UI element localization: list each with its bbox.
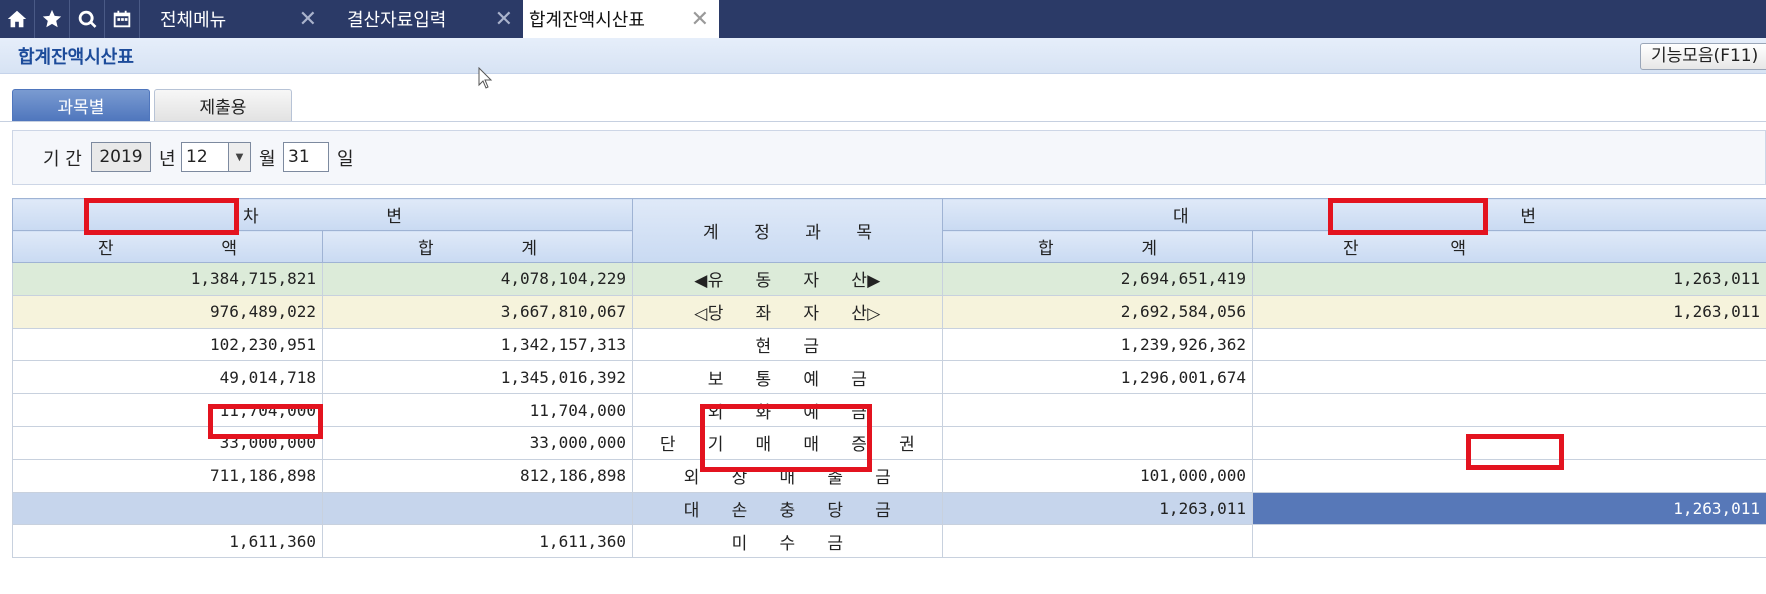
page-title: 합계잔액시산표 — [18, 47, 134, 68]
account-name-cell[interactable]: 미 수 금 — [632, 524, 943, 559]
debit-total-cell[interactable]: 1,345,016,392 — [322, 360, 633, 395]
account-name-cell[interactable]: ◁당 좌 자 산▷ — [632, 294, 943, 329]
tab-all-menu[interactable]: 전체메뉴 ✕ — [140, 0, 327, 38]
top-navigation-bar: 전체메뉴 ✕ 결산자료입력 ✕ 합계잔액시산표 ✕ — [0, 0, 1766, 38]
day-field[interactable]: 31 — [283, 142, 329, 172]
credit-balance-cell[interactable] — [1252, 524, 1766, 559]
tab-closing-data-entry[interactable]: 결산자료입력 ✕ — [327, 0, 523, 38]
table-row[interactable]: 102,230,951 1,342,157,313 현 금 1,239,926,362 — [12, 327, 1766, 362]
account-name-cell[interactable]: 단 기 매 매 증 권 — [632, 425, 943, 460]
month-unit-label: 월 — [259, 149, 276, 170]
credit-total-cell[interactable] — [942, 524, 1253, 559]
month-select[interactable]: 12 ▼ — [181, 142, 251, 172]
mouse-cursor-icon — [478, 67, 493, 89]
trial-balance-grid: 차변 계정과목 대변 잔액 합계 합계 잔액 1,384,715,821 4,07… — [12, 198, 1766, 559]
credit-total-header: 합계 — [942, 230, 1253, 263]
account-name-cell[interactable]: ◀유 동 자 산▶ — [632, 262, 943, 296]
close-icon[interactable]: ✕ — [495, 7, 513, 32]
credit-total-cell[interactable]: 2,694,651,419 — [942, 262, 1253, 296]
debit-balance-cell[interactable] — [12, 491, 323, 526]
table-row[interactable]: 1,611,360 1,611,360 미 수 금 — [12, 524, 1766, 559]
debit-balance-cell[interactable]: 33,000,000 — [12, 425, 323, 460]
account-name-cell[interactable]: 현 금 — [632, 327, 943, 362]
period-label: 기 간 — [43, 149, 82, 170]
account-name-cell[interactable]: 대 손 충 당 금 — [632, 491, 943, 526]
debit-total-cell[interactable]: 1,611,360 — [322, 524, 633, 559]
table-row[interactable]: 976,489,022 3,667,810,067 ◁당 좌 자 산▷ 2,692,5… — [12, 294, 1766, 329]
debit-total-cell[interactable]: 4,078,104,229 — [322, 262, 633, 296]
credit-total-cell[interactable] — [942, 425, 1253, 460]
credit-total-cell[interactable]: 1,263,011 — [942, 491, 1253, 526]
calendar-icon[interactable] — [105, 0, 140, 38]
credit-total-cell[interactable]: 1,296,001,674 — [942, 360, 1253, 395]
close-icon[interactable]: ✕ — [691, 7, 709, 32]
debit-balance-cell[interactable]: 976,489,022 — [12, 294, 323, 329]
table-row[interactable]: 49,014,718 1,345,016,392 보 통 예 금 1,296,001,… — [12, 360, 1766, 395]
debit-balance-header: 잔액 — [12, 230, 323, 263]
credit-total-cell[interactable]: 2,692,584,056 — [942, 294, 1253, 329]
debit-total-cell[interactable] — [322, 491, 633, 526]
month-value: 12 — [186, 147, 208, 167]
credit-balance-cell[interactable]: 1,263,011 — [1252, 491, 1766, 526]
year-unit-label: 년 — [159, 149, 176, 170]
table-row[interactable]: 711,186,898 812,186,898 외 상 매 출 금 101,000,0… — [12, 458, 1766, 493]
debit-total-header: 합계 — [322, 230, 633, 263]
debit-balance-cell[interactable]: 49,014,718 — [12, 360, 323, 395]
debit-total-cell[interactable]: 11,704,000 — [322, 393, 633, 427]
credit-balance-cell[interactable] — [1252, 425, 1766, 460]
debit-total-cell[interactable]: 812,186,898 — [322, 458, 633, 493]
star-icon[interactable] — [35, 0, 70, 38]
debit-balance-cell[interactable]: 11,704,000 — [12, 393, 323, 427]
account-header: 계정과목 — [632, 198, 943, 263]
function-menu-button[interactable]: 기능모음(F11) — [1640, 43, 1766, 70]
account-name-cell[interactable]: 외 화 예 금 — [632, 393, 943, 427]
table-row[interactable]: 11,704,000 11,704,000 외 화 예 금 — [12, 393, 1766, 427]
year-field[interactable]: 2019 — [91, 142, 151, 172]
credit-total-cell[interactable]: 1,239,926,362 — [942, 327, 1253, 362]
account-name-cell[interactable]: 보 통 예 금 — [632, 360, 943, 395]
period-filter-panel: 기 간 2019 년 12 ▼ 월 31 일 — [12, 130, 1766, 185]
debit-balance-cell[interactable]: 1,384,715,821 — [12, 262, 323, 296]
view-tabs: 과목별 제출용 — [12, 89, 296, 121]
debit-total-cell[interactable]: 33,000,000 — [322, 425, 633, 460]
debit-header: 차변 — [12, 198, 633, 231]
tab-by-account[interactable]: 과목별 — [12, 89, 150, 121]
account-name-cell[interactable]: 외 상 매 출 금 — [632, 458, 943, 493]
credit-balance-cell[interactable]: 1,263,011 — [1252, 262, 1766, 296]
credit-balance-cell[interactable] — [1252, 360, 1766, 395]
title-bar: 합계잔액시산표 기능모음(F11) — [0, 38, 1766, 74]
credit-total-cell[interactable]: 101,000,000 — [942, 458, 1253, 493]
table-row[interactable]: 대 손 충 당 금 1,263,011 1,263,011 — [12, 491, 1766, 526]
close-icon[interactable]: ✕ — [299, 7, 317, 32]
tab-label: 전체메뉴 — [160, 10, 227, 31]
credit-balance-cell[interactable] — [1252, 393, 1766, 427]
tab-label: 합계잔액시산표 — [529, 10, 645, 31]
credit-balance-cell[interactable]: 1,263,011 — [1252, 294, 1766, 329]
tab-label: 결산자료입력 — [347, 10, 447, 31]
credit-header: 대변 — [942, 198, 1766, 231]
debit-total-cell[interactable]: 3,667,810,067 — [322, 294, 633, 329]
home-icon[interactable] — [0, 0, 35, 38]
credit-balance-cell[interactable] — [1252, 327, 1766, 362]
tab-for-submission[interactable]: 제출용 — [154, 89, 292, 121]
table-row[interactable]: 33,000,000 33,000,000 단 기 매 매 증 권 — [12, 425, 1766, 460]
tab-trial-balance[interactable]: 합계잔액시산표 ✕ — [523, 0, 719, 38]
chevron-down-icon[interactable]: ▼ — [228, 143, 250, 171]
table-row[interactable]: 1,384,715,821 4,078,104,229 ◀유 동 자 산▶ 2,694… — [12, 262, 1766, 296]
divider — [0, 121, 1766, 122]
debit-balance-cell[interactable]: 711,186,898 — [12, 458, 323, 493]
debit-balance-cell[interactable]: 1,611,360 — [12, 524, 323, 559]
search-icon[interactable] — [70, 0, 105, 38]
debit-balance-cell[interactable]: 102,230,951 — [12, 327, 323, 362]
credit-total-cell[interactable] — [942, 393, 1253, 427]
credit-balance-cell[interactable] — [1252, 458, 1766, 493]
debit-total-cell[interactable]: 1,342,157,313 — [322, 327, 633, 362]
day-unit-label: 일 — [337, 149, 354, 170]
credit-balance-header: 잔액 — [1252, 230, 1766, 263]
